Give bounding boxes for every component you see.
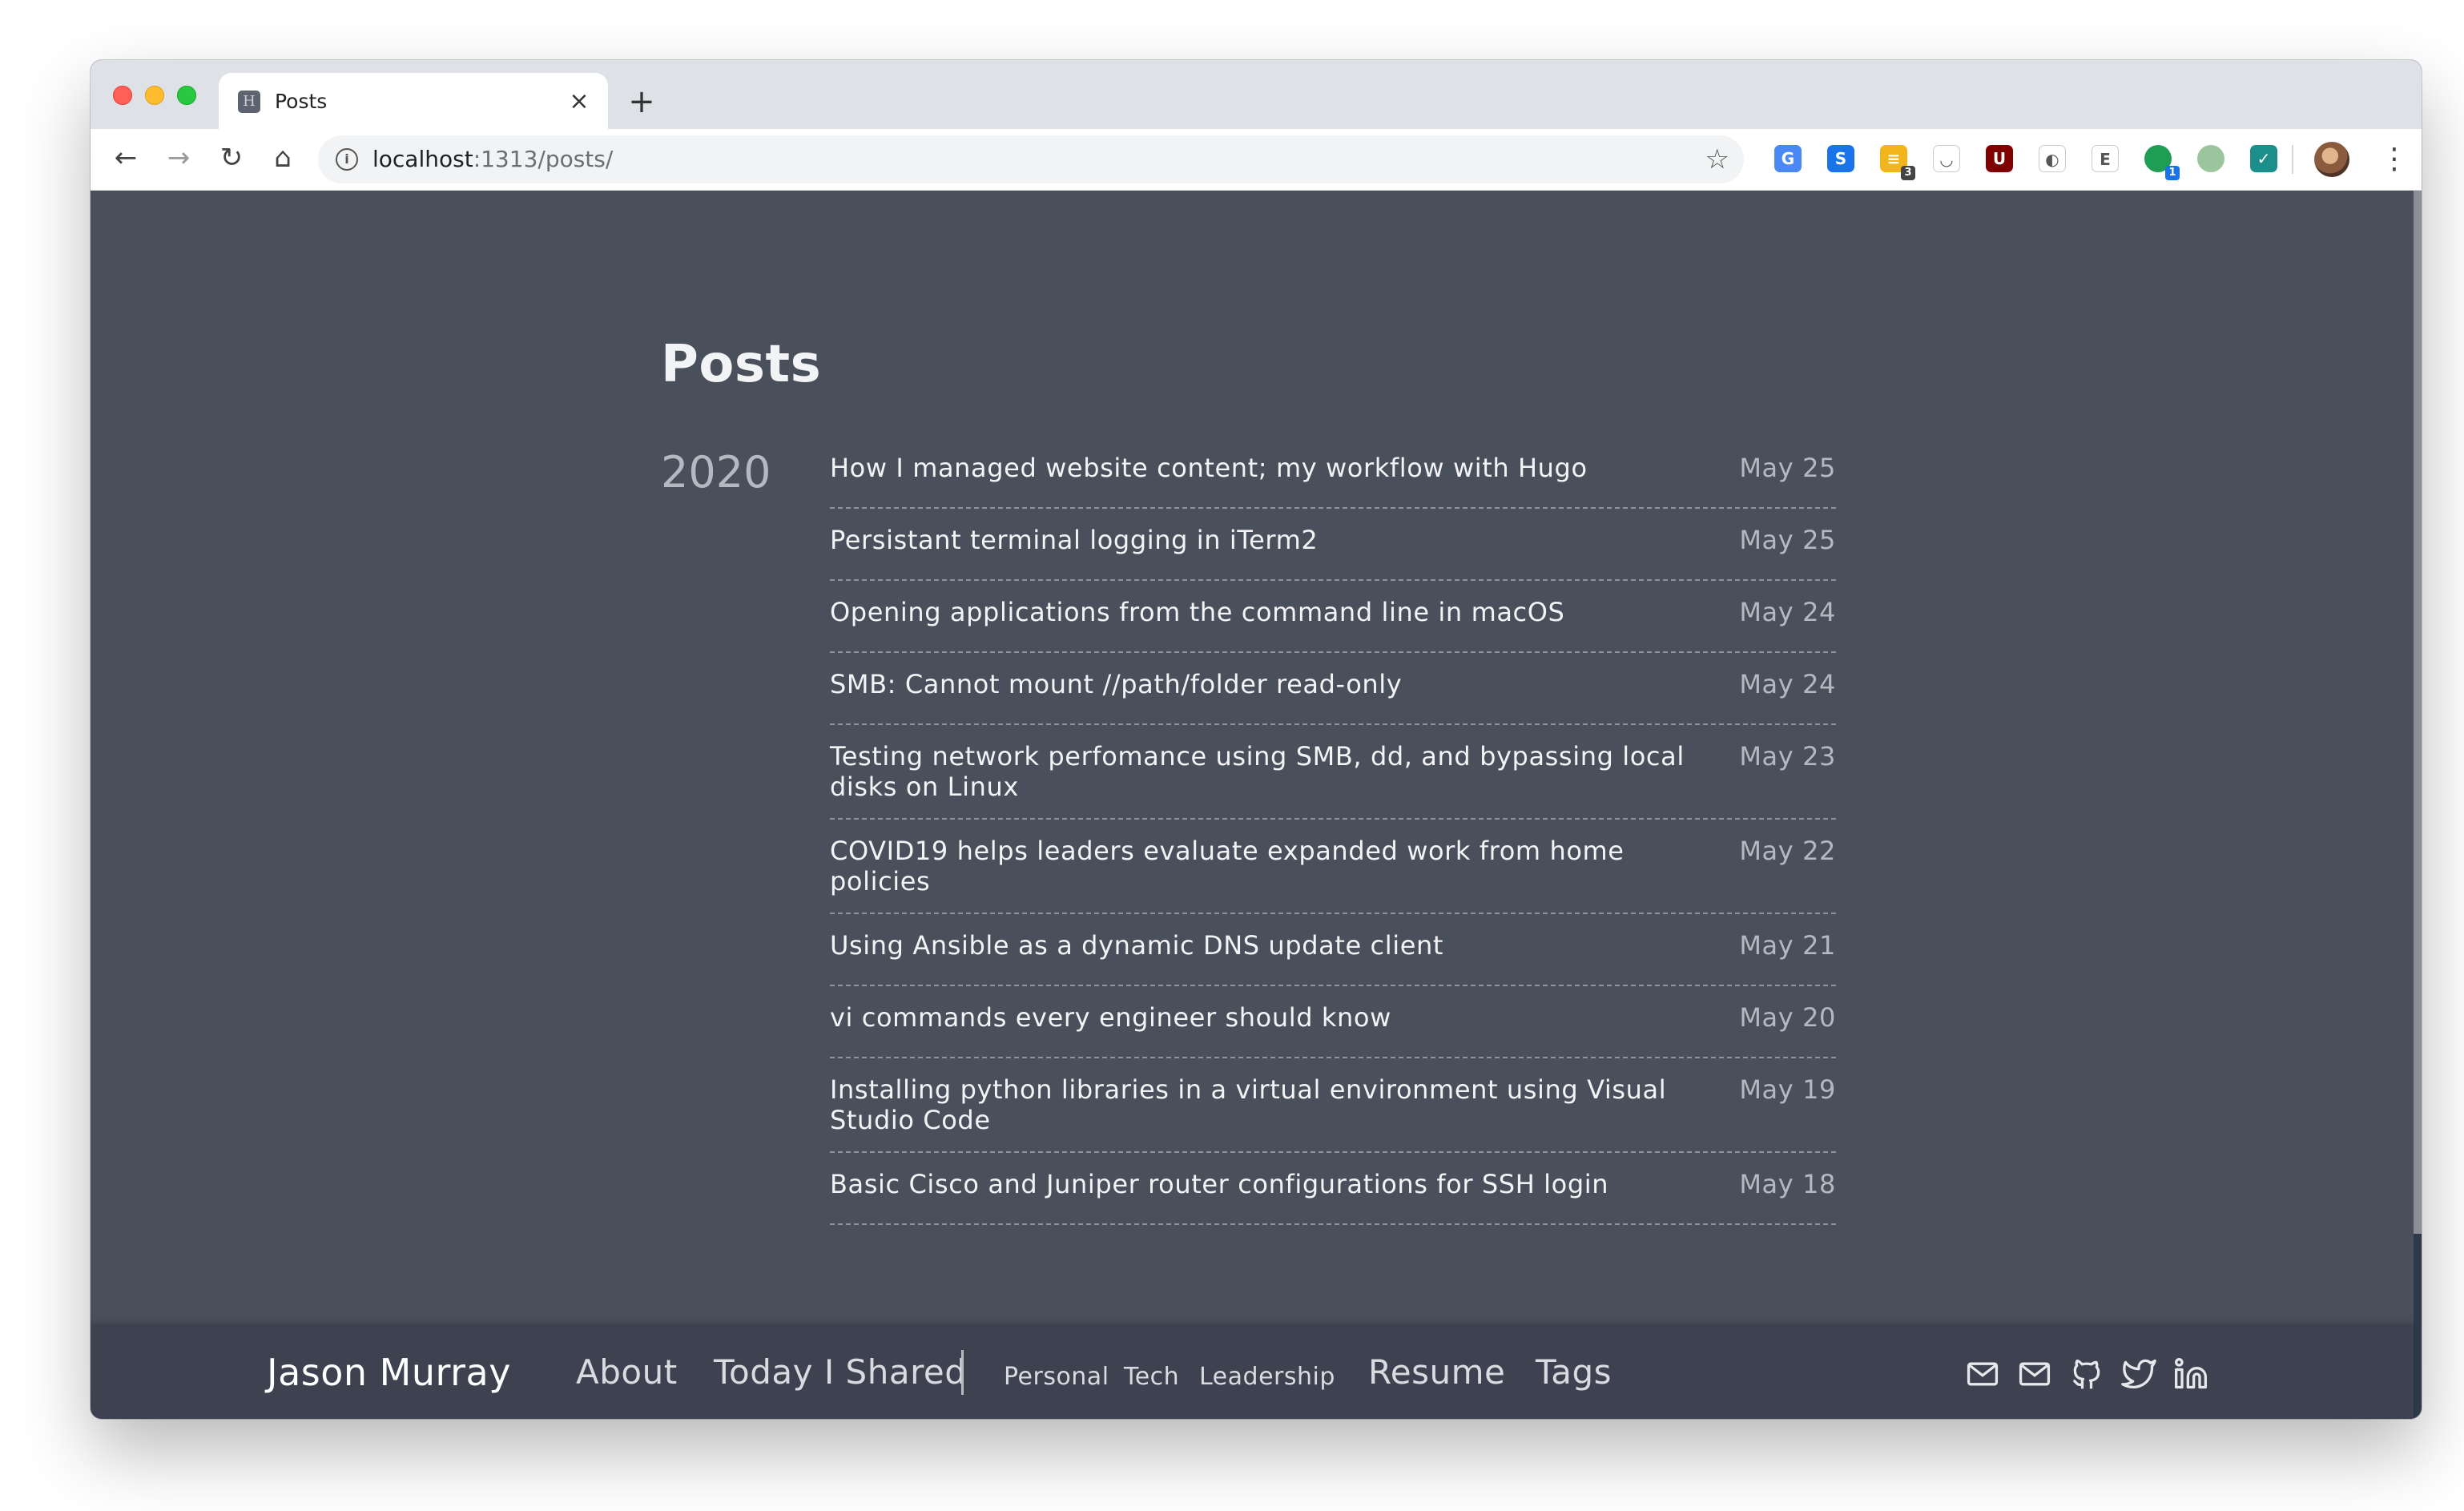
nav-tags-link[interactable]: Tags — [1536, 1348, 1612, 1396]
tab-title: Posts — [275, 90, 328, 113]
nav-divider — [961, 1350, 964, 1395]
site-brand-link[interactable]: Jason Murray — [267, 1348, 511, 1396]
tab-close-icon[interactable]: × — [565, 87, 594, 116]
post-row[interactable]: Installing python libraries in a virtual… — [830, 1058, 1836, 1153]
teal-extension-icon[interactable]: ✓ — [2250, 145, 2277, 172]
post-row[interactable]: Using Ansible as a dynamic DNS update cl… — [830, 914, 1836, 986]
post-date: May 22 — [1739, 836, 1836, 866]
page-title: Posts — [661, 335, 822, 394]
post-row[interactable]: vi commands every engineer should know Ma… — [830, 986, 1836, 1058]
post-title-link[interactable]: vi commands every engineer should know — [830, 1002, 1716, 1033]
url-path: :1313/posts/ — [473, 146, 614, 172]
browser-window: H Posts × + ← → ↻ ⌂ i localhost:1313/pos… — [91, 60, 2422, 1419]
post-title-link[interactable]: Using Ansible as a dynamic DNS update cl… — [830, 930, 1716, 961]
nav-leadership-link[interactable]: Leadership — [1199, 1361, 1335, 1393]
post-date: May 25 — [1739, 453, 1836, 483]
post-date: May 20 — [1739, 1002, 1836, 1033]
post-date: May 18 — [1739, 1169, 1836, 1199]
reload-icon[interactable]: ↻ — [214, 140, 249, 175]
nav-about-link[interactable]: About — [576, 1348, 678, 1396]
post-row[interactable]: Basic Cisco and Juniper router configura… — [830, 1153, 1836, 1225]
forward-arrow-icon[interactable]: → — [161, 140, 196, 175]
zoom-window-button[interactable] — [177, 86, 196, 105]
post-date: May 24 — [1739, 597, 1836, 627]
address-bar[interactable]: i localhost:1313/posts/ ☆ — [318, 135, 1744, 183]
tab-strip: H Posts × + — [91, 60, 2422, 129]
post-row[interactable]: SMB: Cannot mount //path/folder read-onl… — [830, 653, 1836, 725]
url-text[interactable]: localhost:1313/posts/ — [372, 145, 613, 174]
post-title-link[interactable]: Opening applications from the command li… — [830, 597, 1716, 627]
nav-personal-link[interactable]: Personal — [1004, 1361, 1109, 1393]
google-translate-extension-icon[interactable]: G — [1774, 145, 1802, 172]
browser-menu-icon[interactable]: ⋮ — [2380, 142, 2409, 177]
post-row[interactable]: Testing network perfomance using SMB, dd… — [830, 725, 1836, 820]
grey-dot-extension-icon[interactable] — [2197, 145, 2224, 172]
mail-icon[interactable] — [1965, 1356, 2000, 1392]
url-host: localhost — [372, 146, 473, 172]
pocket-extension-icon[interactable]: ◡ — [1933, 145, 1960, 172]
extension-badge: 1 — [2165, 166, 2180, 180]
post-date: May 21 — [1739, 930, 1836, 961]
mail-icon[interactable] — [2017, 1356, 2052, 1392]
post-title-link[interactable]: How I managed website content; my workfl… — [830, 453, 1716, 483]
github-icon[interactable] — [2069, 1356, 2104, 1392]
post-title-link[interactable]: Basic Cisco and Juniper router configura… — [830, 1169, 1716, 1199]
post-date: May 25 — [1739, 525, 1836, 555]
site-info-icon[interactable]: i — [336, 148, 358, 171]
post-title-link[interactable]: SMB: Cannot mount //path/folder read-onl… — [830, 669, 1716, 699]
extension-badge: 3 — [1901, 166, 1915, 180]
yellow-extension-icon[interactable]: ≡ 3 — [1880, 145, 1915, 180]
browser-toolbar: ← → ↻ ⌂ i localhost:1313/posts/ ☆ G S ≡ 3 ◡ U… — [91, 129, 2422, 191]
post-row[interactable]: Persistant terminal logging in iTerm2 May… — [830, 509, 1836, 581]
home-icon[interactable]: ⌂ — [265, 140, 300, 175]
twitter-icon[interactable] — [2121, 1356, 2156, 1392]
linkedin-icon[interactable] — [2173, 1356, 2208, 1392]
toolbar-divider — [2292, 145, 2293, 174]
green-dot-extension-icon[interactable]: 1 — [2144, 145, 2180, 180]
nav-tech-link[interactable]: Tech — [1124, 1361, 1179, 1393]
bookmark-star-icon[interactable]: ☆ — [1705, 143, 1729, 175]
post-title-link[interactable]: COVID19 helps leaders evaluate expanded … — [830, 836, 1716, 897]
nav-today-i-shared-link[interactable]: Today I Shared — [714, 1348, 966, 1396]
scrollbar-thumb[interactable] — [2414, 191, 2422, 1234]
nav-resume-link[interactable]: Resume — [1368, 1348, 1505, 1396]
post-row[interactable]: How I managed website content; my workfl… — [830, 437, 1836, 509]
minimize-window-button[interactable] — [145, 86, 164, 105]
post-date: May 23 — [1739, 741, 1836, 772]
ublock-extension-icon[interactable]: U — [1986, 145, 2013, 172]
post-date: May 19 — [1739, 1074, 1836, 1105]
circle-extension-icon[interactable]: ◐ — [2039, 145, 2066, 172]
post-row[interactable]: Opening applications from the command li… — [830, 581, 1836, 653]
post-title-link[interactable]: Persistant terminal logging in iTerm2 — [830, 525, 1716, 555]
profile-avatar[interactable] — [2314, 142, 2349, 177]
post-title-link[interactable]: Testing network perfomance using SMB, dd… — [830, 741, 1716, 802]
s-extension-icon[interactable]: S — [1827, 145, 1854, 172]
back-arrow-icon[interactable]: ← — [108, 140, 143, 175]
post-title-link[interactable]: Installing python libraries in a virtual… — [830, 1074, 1716, 1135]
new-tab-button[interactable]: + — [626, 86, 658, 118]
footer-nav: Jason Murray About Today I Shared Person… — [91, 1326, 2414, 1419]
post-row[interactable]: COVID19 helps leaders evaluate expanded … — [830, 820, 1836, 914]
site-favicon-icon: H — [238, 91, 260, 113]
year-heading: 2020 — [661, 447, 771, 498]
tab-posts[interactable]: H Posts × — [219, 73, 608, 129]
evernote-extension-icon[interactable]: E — [2092, 145, 2119, 172]
post-date: May 24 — [1739, 669, 1836, 699]
post-list: How I managed website content; my workfl… — [830, 437, 1836, 1225]
close-window-button[interactable] — [113, 86, 132, 105]
